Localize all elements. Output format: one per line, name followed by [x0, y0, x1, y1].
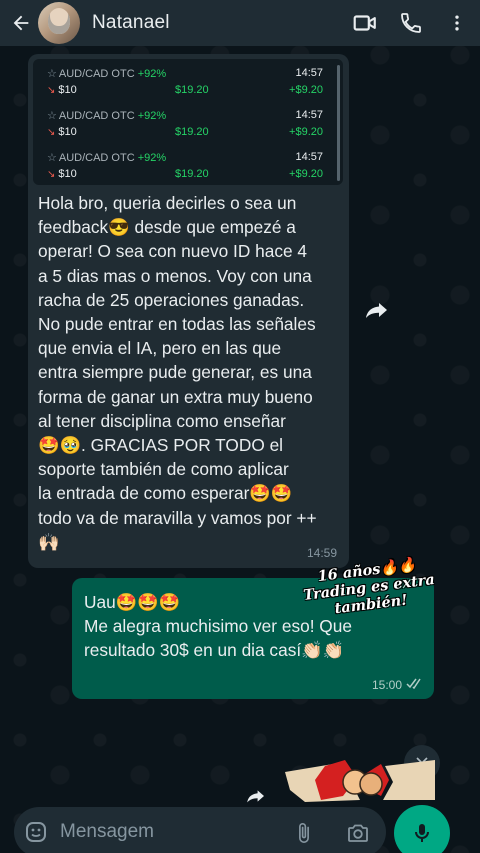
trade-percent: +92% — [137, 152, 167, 164]
trade-payout: $19.20 — [175, 168, 209, 180]
image-scrollbar — [337, 65, 340, 181]
trade-percent: +92% — [137, 110, 167, 122]
contact-name[interactable]: Natanael — [92, 12, 342, 34]
star-icon: ☆ — [47, 68, 57, 80]
message-input[interactable] — [60, 819, 280, 845]
forward-icon[interactable] — [360, 293, 394, 327]
message-timestamp: 14:59 — [306, 546, 337, 560]
incoming-message-bubble[interactable]: ☆ AUD/CAD OTC +92% 14:57 ↘ $10 $19.20 +$9.… — [28, 54, 349, 568]
arrow-down-icon: ↘ — [47, 127, 56, 138]
star-icon: ☆ — [47, 110, 57, 122]
fist-bump-sticker — [285, 760, 435, 802]
trade-pair: AUD/CAD OTC — [58, 110, 135, 122]
trade-row: ☆ AUD/CAD OTC +92% 14:57 ↘ $10 $19.20 +$9.… — [33, 101, 333, 143]
phone-icon[interactable] — [388, 0, 434, 46]
emoji-icon[interactable] — [22, 818, 50, 846]
trade-percent: +92% — [137, 68, 167, 80]
trade-time: 14:57 — [295, 67, 323, 79]
trade-payout: $19.20 — [175, 84, 209, 96]
incoming-message-text: Hola bro, queria decirles o sea un feedb… — [38, 193, 317, 552]
arrow-down-icon: ↘ — [47, 85, 56, 96]
chat-header: Natanael — [0, 0, 480, 46]
video-call-icon[interactable] — [342, 0, 388, 46]
trade-profit: +$9.20 — [289, 168, 323, 180]
trade-row: ☆ AUD/CAD OTC +92% 14:57 ↘ $10 $19.20 +$9.… — [33, 59, 333, 101]
trade-amount: $10 — [58, 126, 77, 138]
star-icon: ☆ — [47, 152, 57, 164]
double-check-icon — [406, 678, 424, 692]
trade-time: 14:57 — [295, 109, 323, 121]
trade-pair: AUD/CAD OTC — [58, 68, 135, 80]
trade-row: ☆ AUD/CAD OTC +92% 14:57 ↘ $10 $19.20 +$9.… — [33, 143, 333, 185]
mic-icon[interactable] — [394, 805, 450, 853]
trade-time: 14:57 — [295, 151, 323, 163]
message-composer — [14, 807, 386, 853]
trade-pair: AUD/CAD OTC — [58, 152, 135, 164]
forward-icon[interactable] — [240, 784, 272, 808]
camera-icon[interactable] — [342, 819, 374, 847]
trade-payout: $19.20 — [175, 126, 209, 138]
attach-icon[interactable] — [290, 819, 318, 847]
trade-history-image[interactable]: ☆ AUD/CAD OTC +92% 14:57 ↘ $10 $19.20 +$9.… — [33, 59, 343, 185]
message-timestamp: 15:00 — [371, 678, 402, 692]
arrow-down-icon: ↘ — [47, 169, 56, 180]
more-vert-icon[interactable] — [434, 0, 480, 46]
back-arrow-icon[interactable] — [4, 0, 38, 46]
avatar[interactable] — [38, 2, 80, 44]
trade-profit: +$9.20 — [289, 84, 323, 96]
trade-profit: +$9.20 — [289, 126, 323, 138]
trade-amount: $10 — [58, 84, 77, 96]
trade-amount: $10 — [58, 168, 77, 180]
